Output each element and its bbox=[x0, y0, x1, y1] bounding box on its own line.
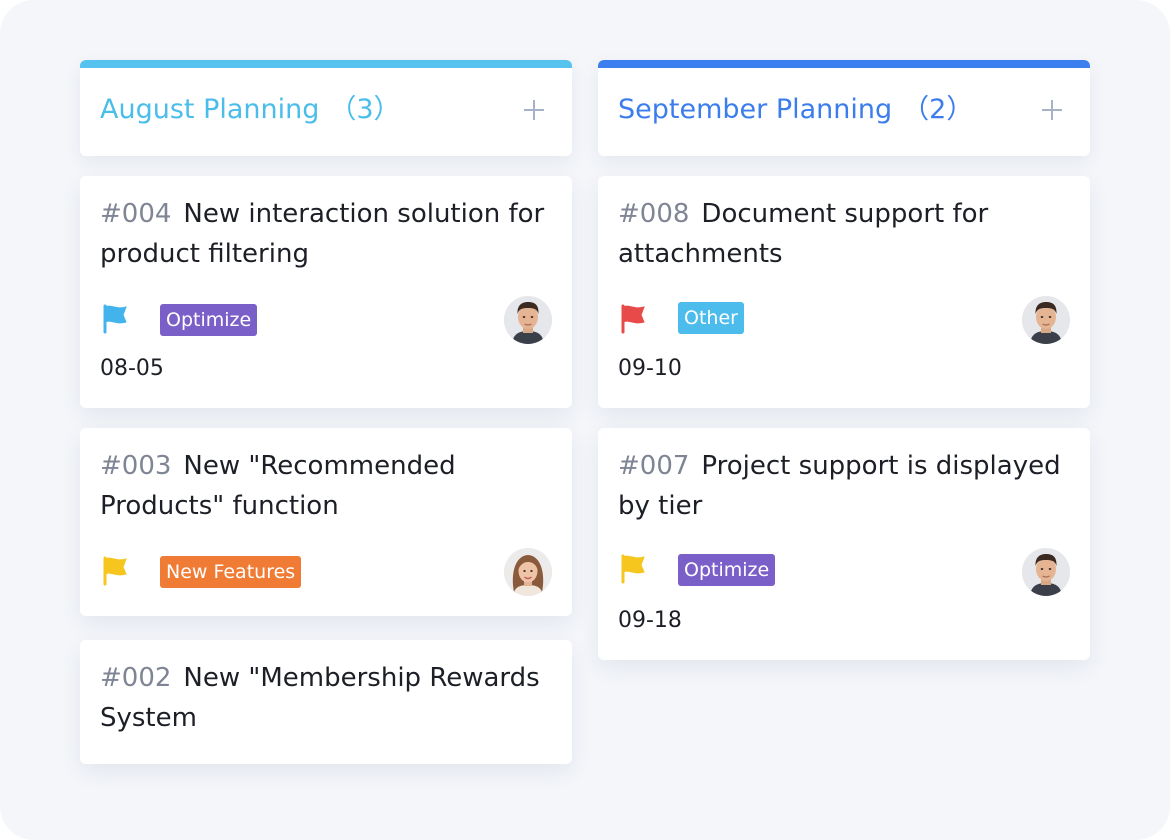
column-accent-bar bbox=[80, 60, 572, 68]
male-avatar[interactable] bbox=[1022, 296, 1070, 344]
task-card[interactable]: #008 Document support for attachments Oth… bbox=[598, 176, 1090, 408]
task-card[interactable]: #002 New "Membership Rewards System bbox=[80, 640, 572, 764]
card-title: #002 New "Membership Rewards System bbox=[100, 658, 550, 738]
column-title-text: September Planning bbox=[618, 94, 893, 125]
male-avatar[interactable] bbox=[1022, 548, 1070, 596]
column-title-text: August Planning bbox=[100, 94, 320, 125]
kanban-board: August Planning （3） #004 New interaction s… bbox=[0, 0, 1170, 840]
column-count: （2） bbox=[902, 94, 974, 125]
card-title: #007 Project support is displayed by tier bbox=[618, 446, 1068, 526]
card-id: #003 bbox=[100, 451, 172, 481]
due-date: 08-05 bbox=[100, 356, 164, 381]
column-accent-bar bbox=[598, 60, 1090, 68]
female-avatar[interactable] bbox=[504, 548, 552, 596]
flag-icon[interactable] bbox=[102, 556, 128, 586]
tag-badge: Optimize bbox=[160, 304, 258, 336]
card-title: #003 New "Recommended Products" function bbox=[100, 446, 550, 526]
tag-badge: Other bbox=[678, 302, 744, 334]
column-september-planning: September Planning （2） #008 Document suppo… bbox=[598, 60, 1090, 660]
plus-icon[interactable] bbox=[1038, 96, 1066, 124]
column-header: September Planning （2） bbox=[598, 60, 1090, 156]
column-title: September Planning （2） bbox=[618, 90, 973, 130]
tag-badge: New Features bbox=[160, 556, 302, 588]
task-card[interactable]: #004 New interaction solution for product… bbox=[80, 176, 572, 408]
card-id: #008 bbox=[618, 199, 690, 229]
card-title: #008 Document support for attachments bbox=[618, 194, 1068, 274]
due-date: 09-10 bbox=[618, 356, 682, 381]
task-card[interactable]: #007 Project support is displayed by tier… bbox=[598, 428, 1090, 660]
flag-icon[interactable] bbox=[102, 304, 128, 334]
flag-icon[interactable] bbox=[620, 304, 646, 334]
due-date: 09-18 bbox=[618, 608, 682, 633]
card-title: #004 New interaction solution for product… bbox=[100, 194, 550, 274]
column-title: August Planning （3） bbox=[100, 90, 401, 130]
column-august-planning: August Planning （3） #004 New interaction s… bbox=[80, 60, 572, 764]
task-card[interactable]: #003 New "Recommended Products" function … bbox=[80, 428, 572, 616]
column-count: （3） bbox=[329, 94, 401, 125]
plus-icon[interactable] bbox=[520, 96, 548, 124]
card-id: #002 bbox=[100, 663, 172, 693]
card-id: #004 bbox=[100, 199, 172, 229]
flag-icon[interactable] bbox=[620, 554, 646, 584]
male-avatar[interactable] bbox=[504, 296, 552, 344]
card-id: #007 bbox=[618, 451, 690, 481]
column-header: August Planning （3） bbox=[80, 60, 572, 156]
tag-badge: Optimize bbox=[678, 554, 776, 586]
